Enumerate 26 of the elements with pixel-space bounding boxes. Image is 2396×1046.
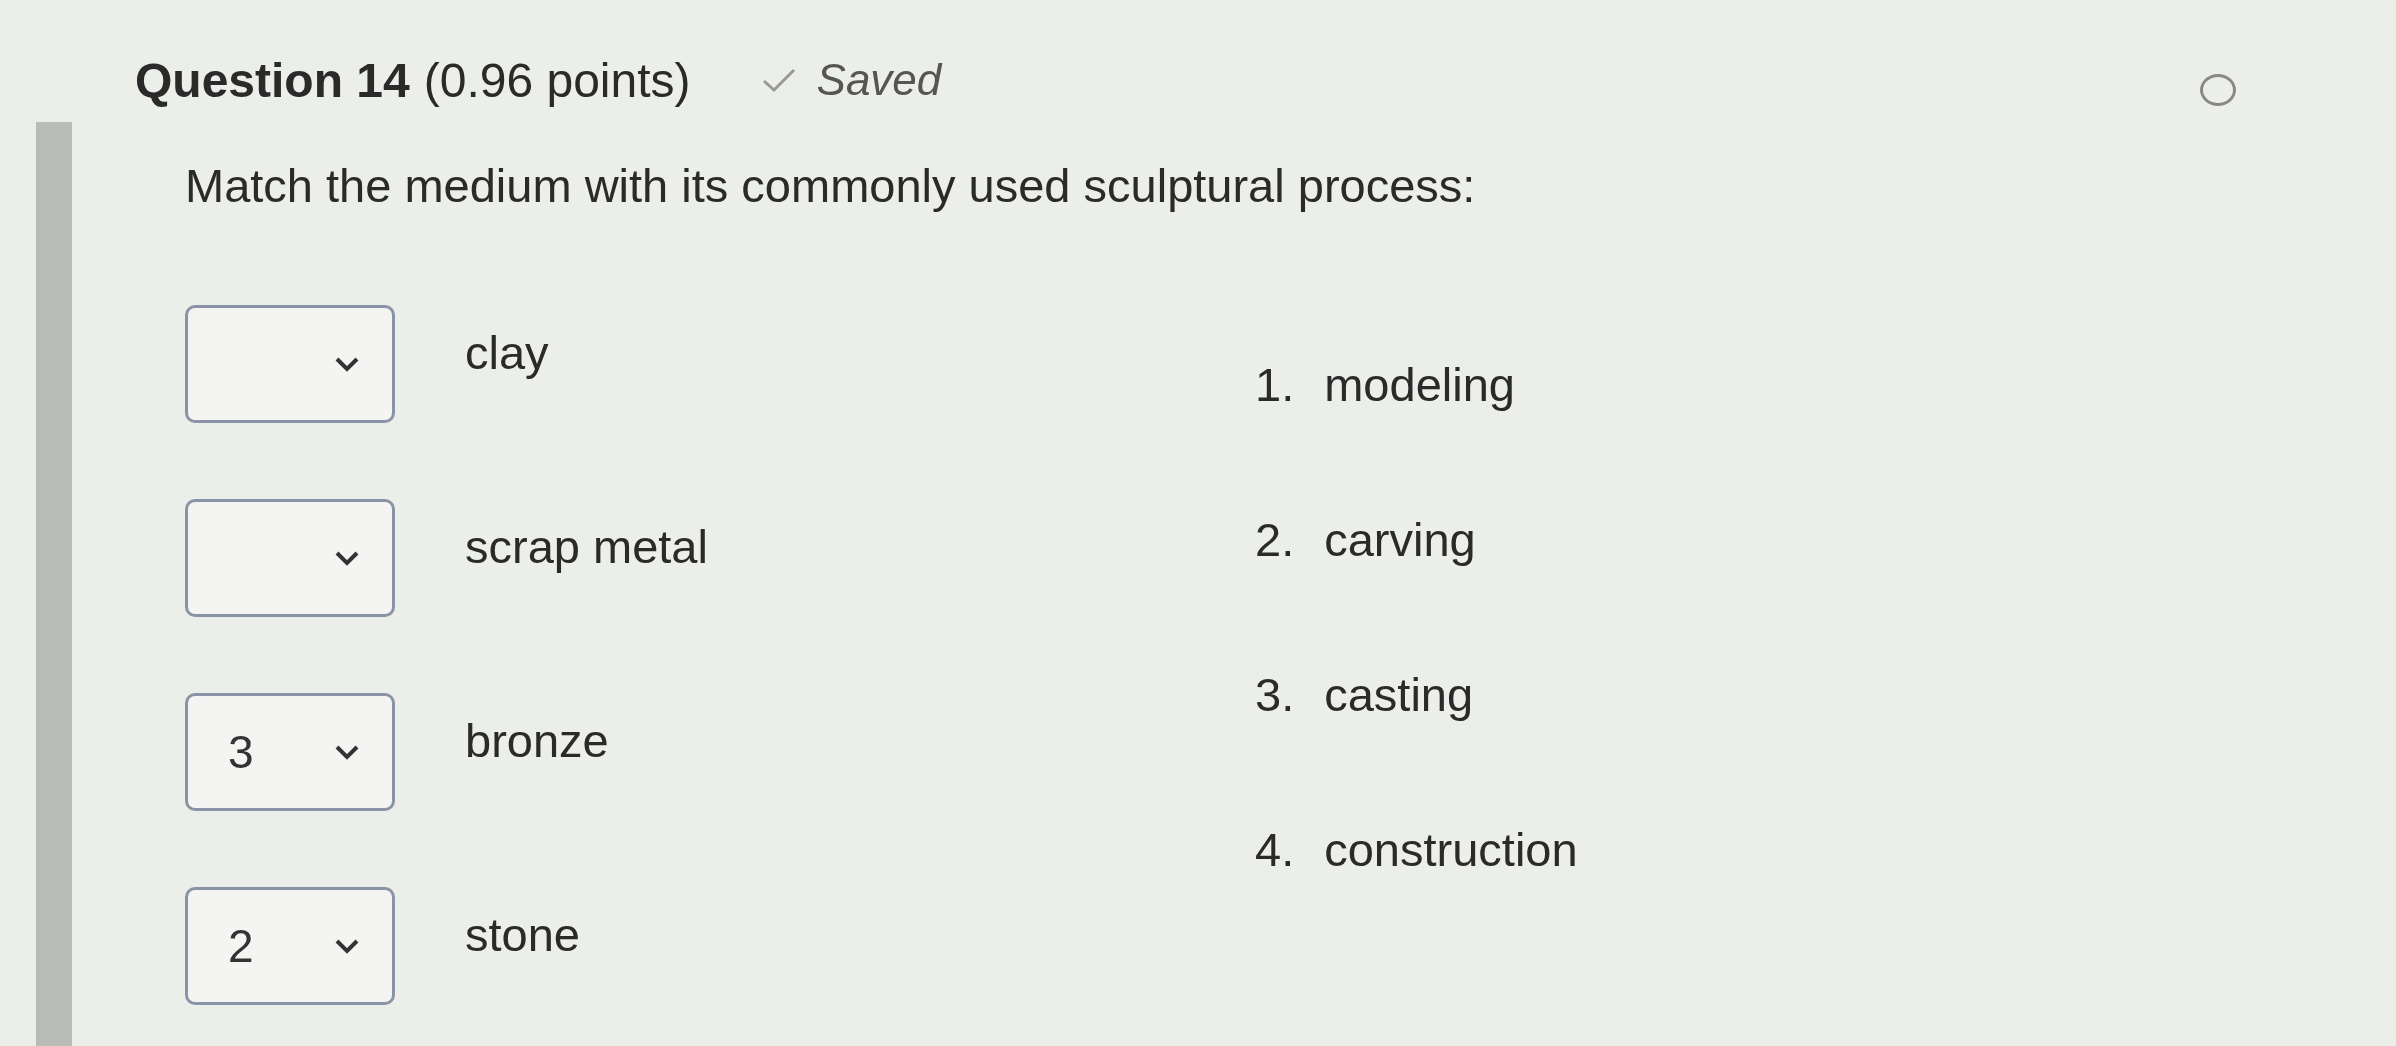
- chevron-down-icon: [334, 356, 360, 372]
- chevron-down-icon: [334, 550, 360, 566]
- circle-icon: [2200, 74, 2236, 106]
- answer-dropdown[interactable]: [185, 305, 395, 423]
- medium-label: bronze: [465, 713, 609, 768]
- choice-text: construction: [1324, 822, 1578, 877]
- question-points: (0.96 points): [423, 52, 691, 108]
- choice-number: 3.: [1255, 667, 1295, 722]
- choice-number: 1.: [1255, 357, 1295, 412]
- question-prompt: Match the medium with its commonly used sculptural process:: [185, 158, 1477, 213]
- medium-label: scrap metal: [465, 519, 708, 574]
- question-title: Question 14: [135, 52, 410, 108]
- choice-text: casting: [1324, 667, 1474, 722]
- check-icon: [760, 66, 797, 94]
- choice-text: carving: [1324, 512, 1476, 567]
- answer-dropdown[interactable]: 2: [185, 887, 395, 1005]
- choice-number: 2.: [1255, 512, 1295, 567]
- medium-label: clay: [465, 325, 549, 380]
- answer-dropdown[interactable]: 3: [185, 693, 395, 811]
- answer-dropdown[interactable]: [185, 499, 395, 617]
- medium-label: stone: [465, 907, 580, 962]
- choice-number: 4.: [1255, 822, 1295, 877]
- saved-status: Saved: [816, 55, 942, 105]
- choice-text: modeling: [1324, 357, 1515, 412]
- chevron-down-icon: [334, 744, 360, 760]
- chevron-down-icon: [334, 938, 360, 954]
